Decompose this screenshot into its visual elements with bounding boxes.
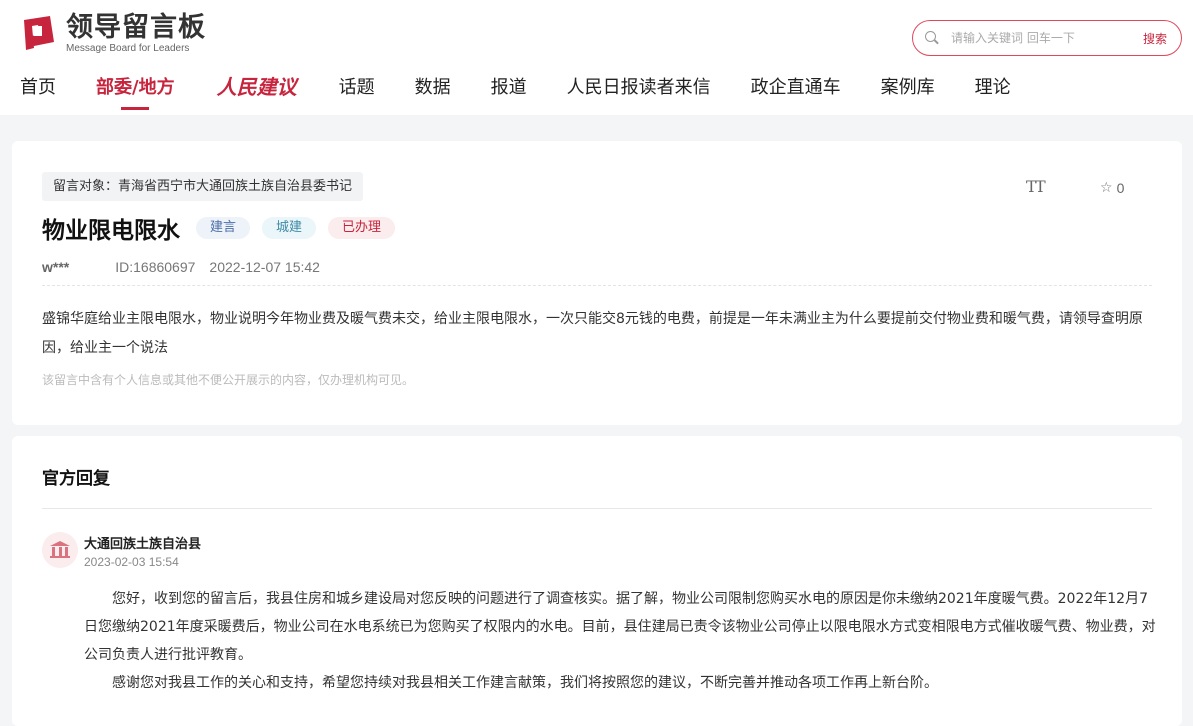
nav-item-data[interactable]: 数据 (415, 76, 451, 112)
tag-status: 已办理 (328, 217, 396, 239)
favorite-button[interactable]: ☆ 0 (1100, 179, 1124, 196)
message-content: 盛锦华庭给业主限电限水，物业说明今年物业费及暖气费未交，给业主限电限水，一次只能… (42, 311, 1143, 356)
nav-item-home[interactable]: 首页 (20, 76, 56, 112)
tag-type[interactable]: 建言 (196, 217, 251, 239)
message-user: w*** (42, 259, 70, 275)
nav-item-theory[interactable]: 理论 (975, 76, 1011, 112)
message-title: 物业限电限水 (42, 218, 180, 244)
privacy-note: 该留言中含有个人信息或其他不便公开展示的内容，仅办理机构可见。 (42, 373, 415, 387)
nav-item-reader-letters[interactable]: 人民日报读者来信 (567, 76, 711, 112)
reply-paragraph: 您好，收到您的留言后，我县住房和城乡建设局对您反映的问题进行了调查核实。据了解，… (84, 591, 1156, 663)
nav-item-enterprise-express[interactable]: 政企直通车 (751, 76, 841, 112)
reply-org-name: 大通回族土族自治县 (84, 537, 202, 552)
reply-paragraph: 感谢您对我县工作的关心和支持，希望您持续对我县相关工作建言献策，我们将按照您的建… (112, 675, 938, 691)
reply-body: 您好，收到您的留言后，我县住房和城乡建设局对您反映的问题进行了调查核实。据了解，… (84, 585, 1156, 697)
reply-date: 2023-02-03 15:54 (84, 555, 179, 569)
font-size-toggle[interactable]: TT (1026, 177, 1046, 196)
logo-title: 领导留言板 (66, 12, 206, 43)
org-avatar (42, 532, 78, 568)
nav-item-ministries-localities[interactable]: 部委/地方 (96, 76, 175, 112)
message-target: 留言对象：青海省西宁市大通回族土族自治县委书记 (42, 172, 364, 201)
nav-item-reports[interactable]: 报道 (491, 76, 527, 112)
divider (42, 508, 1152, 509)
nav-item-topics[interactable]: 话题 (339, 76, 375, 112)
nav-item-people-suggestions[interactable]: 人民建议 (217, 76, 297, 112)
main-nav: 首页 部委/地方 人民建议 话题 数据 报道 人民日报读者来信 政企直通车 案例… (20, 76, 1011, 112)
tag-category[interactable]: 城建 (262, 217, 317, 239)
divider (42, 285, 1152, 286)
site-header: 领导留言板 Message Board for Leaders 搜索 首页 部委… (0, 0, 1193, 115)
site-logo[interactable]: 领导留言板 Message Board for Leaders (20, 14, 206, 55)
nav-item-case-library[interactable]: 案例库 (881, 76, 935, 112)
message-card: 留言对象：青海省西宁市大通回族土族自治县委书记 TT ☆ 0 物业限电限水 建言… (12, 141, 1182, 425)
logo-mark-icon (20, 14, 58, 52)
search-input[interactable] (951, 31, 1121, 45)
message-meta: w*** ID:16860697 2022-12-07 15:42 (42, 259, 320, 275)
star-icon: ☆ (1100, 179, 1113, 195)
search-box: 搜索 (912, 20, 1182, 56)
message-datetime: 2022-12-07 15:42 (209, 259, 320, 275)
search-icon (925, 31, 939, 45)
search-button[interactable]: 搜索 (1143, 30, 1167, 47)
reply-section-title: 官方回复 (42, 469, 110, 489)
government-building-icon (50, 541, 70, 559)
font-size-icon: TT (1026, 177, 1046, 196)
logo-subtitle: Message Board for Leaders (66, 43, 190, 54)
message-id: ID:16860697 (115, 259, 196, 275)
reply-card: 官方回复 大通回族土族自治县 2023-02-03 15:54 您好，收到您的留… (12, 436, 1182, 726)
title-row: 物业限电限水 建言 城建 已办理 (42, 211, 407, 245)
favorite-count: 0 (1116, 179, 1125, 196)
